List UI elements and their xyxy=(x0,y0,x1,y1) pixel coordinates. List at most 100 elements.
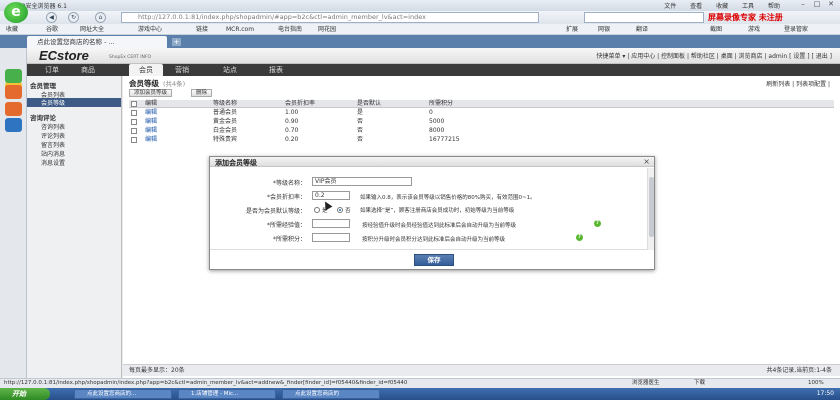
menu-file[interactable]: 文件 xyxy=(664,3,676,10)
os-taskbar: 开始 点此设置您商店的... 1.店铺管理 - Mic... 点此设置您商店的 … xyxy=(0,388,840,400)
nav-products[interactable]: 商品 xyxy=(71,64,105,76)
level-name-label: *等级名称： xyxy=(272,180,306,187)
fav-item[interactable]: 网址大全 xyxy=(80,24,104,35)
taskbar-item[interactable]: 1.店铺管理 - Mic... xyxy=(178,389,276,399)
experience-hint: 按经验值升级时会员经验值达到此标准后会自动升级为当前等级 xyxy=(362,223,517,229)
sidebar-item-review-list[interactable]: 评论列表 xyxy=(41,131,65,140)
cell-rate: 0.20 xyxy=(285,136,299,143)
edit-link[interactable]: 编辑 xyxy=(145,127,157,135)
sidebar-item-consult-list[interactable]: 咨询列表 xyxy=(41,122,65,131)
record-count: (共4条) xyxy=(163,80,186,88)
nav-reports[interactable]: 报表 xyxy=(259,64,293,76)
sidebar-item-member-levels[interactable]: 会员等级 xyxy=(27,98,121,107)
new-tab-button[interactable]: + xyxy=(172,38,181,46)
fav-item[interactable]: 截图 xyxy=(710,24,722,35)
menu-favorites[interactable]: 收藏 xyxy=(716,3,728,10)
game-icon[interactable] xyxy=(5,85,22,99)
minimize-icon[interactable]: – xyxy=(796,0,810,10)
dialog-scrollbar[interactable] xyxy=(647,168,654,250)
chat-icon[interactable] xyxy=(5,69,22,83)
cell-points: 16777215 xyxy=(429,136,460,143)
fav-item[interactable]: 收藏 xyxy=(6,24,18,35)
fav-item[interactable]: 翻译 xyxy=(636,24,648,35)
points-hint: 按积分升级时会员积分达到此标准后会自动升级为当前等级 xyxy=(362,237,506,243)
points-input[interactable] xyxy=(312,233,350,242)
search-input[interactable] xyxy=(584,12,704,23)
col-default[interactable]: 是否默认 xyxy=(357,100,381,108)
sidebar-item-message-list[interactable]: 留言列表 xyxy=(41,140,65,149)
fav-item[interactable]: 网银 xyxy=(598,24,610,35)
menu-view[interactable]: 查看 xyxy=(690,3,702,10)
row-checkbox[interactable] xyxy=(131,128,137,134)
row-checkbox[interactable] xyxy=(131,119,137,125)
brand-sub: ShopEx CERT INFO xyxy=(109,55,152,60)
admin-main-nav: 订单 商品 会员 营销 站点 报表 xyxy=(27,64,840,76)
menu-help[interactable]: 帮助 xyxy=(768,3,780,10)
recorder-badge: 屏幕录像专家 未注册 xyxy=(708,13,783,22)
row-checkbox[interactable] xyxy=(131,137,137,143)
col-points[interactable]: 所需积分 xyxy=(429,100,453,108)
col-name[interactable]: 等级名称 xyxy=(213,100,237,108)
fav-item[interactable]: 游戏中心 xyxy=(138,24,162,35)
close-window-icon[interactable]: ✕ xyxy=(824,0,838,10)
admin-toplinks[interactable]: 快捷菜单 ▾ | 应用中心 | 控制面板 | 帮助社区 | 桌面 | 浏览商店 … xyxy=(596,51,832,60)
list-actions[interactable]: 刷新列表 | 列表项配置 | xyxy=(766,79,830,88)
fav-item[interactable]: 链接 xyxy=(196,24,208,35)
nav-site[interactable]: 站点 xyxy=(213,64,247,76)
help-icon[interactable]: ? xyxy=(594,220,601,227)
nav-orders[interactable]: 订单 xyxy=(35,64,69,76)
cell-name: 特殊贵宾 xyxy=(213,136,238,143)
sidebar-group-consult[interactable]: 咨询评论 xyxy=(30,112,56,122)
back-icon[interactable]: ◀ xyxy=(46,12,57,23)
menu-tools[interactable]: 工具 xyxy=(742,3,754,10)
downloads[interactable]: 下载 xyxy=(694,379,705,388)
zoom-level[interactable]: 100% xyxy=(808,379,824,388)
fav-item[interactable]: 游戏 xyxy=(748,24,760,35)
edit-link[interactable]: 编辑 xyxy=(145,109,157,117)
sidebar-item-site-messages[interactable]: 站内消息 xyxy=(41,149,65,158)
maximize-icon[interactable]: □ xyxy=(810,0,824,10)
add-level-button[interactable]: 添加会员等级 xyxy=(129,89,173,97)
browser-doctor[interactable]: 浏览器医生 xyxy=(632,379,660,388)
clock: 17:50 xyxy=(816,390,834,397)
fav-item[interactable]: 电台指南 xyxy=(278,24,302,35)
edit-link[interactable]: 编辑 xyxy=(145,136,157,144)
fav-item[interactable]: 谷歌 xyxy=(46,24,58,35)
sidebar-group-members[interactable]: 会员管理 xyxy=(30,80,56,90)
select-all-checkbox[interactable] xyxy=(131,101,137,107)
help-icon[interactable]: ? xyxy=(576,234,583,241)
favorites-bar: 收藏 谷歌 网址大全 游戏中心 链接 MCR.com 电台指南 网花园 扩展 网… xyxy=(0,24,840,35)
fav-item[interactable]: 登录管家 xyxy=(784,24,808,35)
refresh-icon[interactable]: ↻ xyxy=(68,12,79,23)
app-icon[interactable] xyxy=(5,102,22,116)
discount-input[interactable]: 0.2 xyxy=(312,191,350,200)
save-button[interactable]: 保存 xyxy=(414,254,454,266)
browser-tab[interactable]: 点此设置您商店的名称 - ... xyxy=(27,36,167,48)
home-icon[interactable]: ⌂ xyxy=(95,12,106,23)
cell-default: 是 xyxy=(357,109,364,116)
delete-button[interactable]: 删除 xyxy=(191,89,213,97)
page-size-label[interactable]: 每页最多显示：20条 xyxy=(129,365,185,377)
scrollbar-thumb[interactable] xyxy=(649,177,654,237)
col-rate[interactable]: 会员折扣率 xyxy=(285,100,315,108)
default-yes-radio[interactable] xyxy=(314,207,320,213)
tool-icon[interactable] xyxy=(5,118,22,132)
edit-link[interactable]: 编辑 xyxy=(145,118,157,126)
nav-marketing[interactable]: 营销 xyxy=(165,64,199,76)
experience-input[interactable] xyxy=(312,219,350,228)
cell-default: 否 xyxy=(357,118,364,125)
start-button[interactable]: 开始 xyxy=(0,388,50,400)
taskbar-item[interactable]: 点此设置您商店的... xyxy=(74,389,172,399)
row-checkbox[interactable] xyxy=(131,110,137,116)
fav-item[interactable]: 网花园 xyxy=(318,24,336,35)
level-name-input[interactable]: VIP会员 xyxy=(312,177,412,186)
close-icon[interactable]: × xyxy=(643,157,650,166)
address-bar[interactable]: http://127.0.0.1:81/index.php/shopadmin/… xyxy=(121,12,539,23)
nav-members[interactable]: 会员 xyxy=(129,64,163,76)
sidebar-item-message-settings[interactable]: 消息设置 xyxy=(41,158,65,167)
taskbar-item[interactable]: 点此设置您商店的 xyxy=(282,389,380,399)
fav-item[interactable]: 扩展 xyxy=(566,24,578,35)
default-no-radio[interactable] xyxy=(337,207,343,213)
discount-hint: 如果输入0.8，表示该会员等级以销售价格的80%购买，有效范围0~1。 xyxy=(360,195,536,201)
fav-item[interactable]: MCR.com xyxy=(226,24,254,35)
